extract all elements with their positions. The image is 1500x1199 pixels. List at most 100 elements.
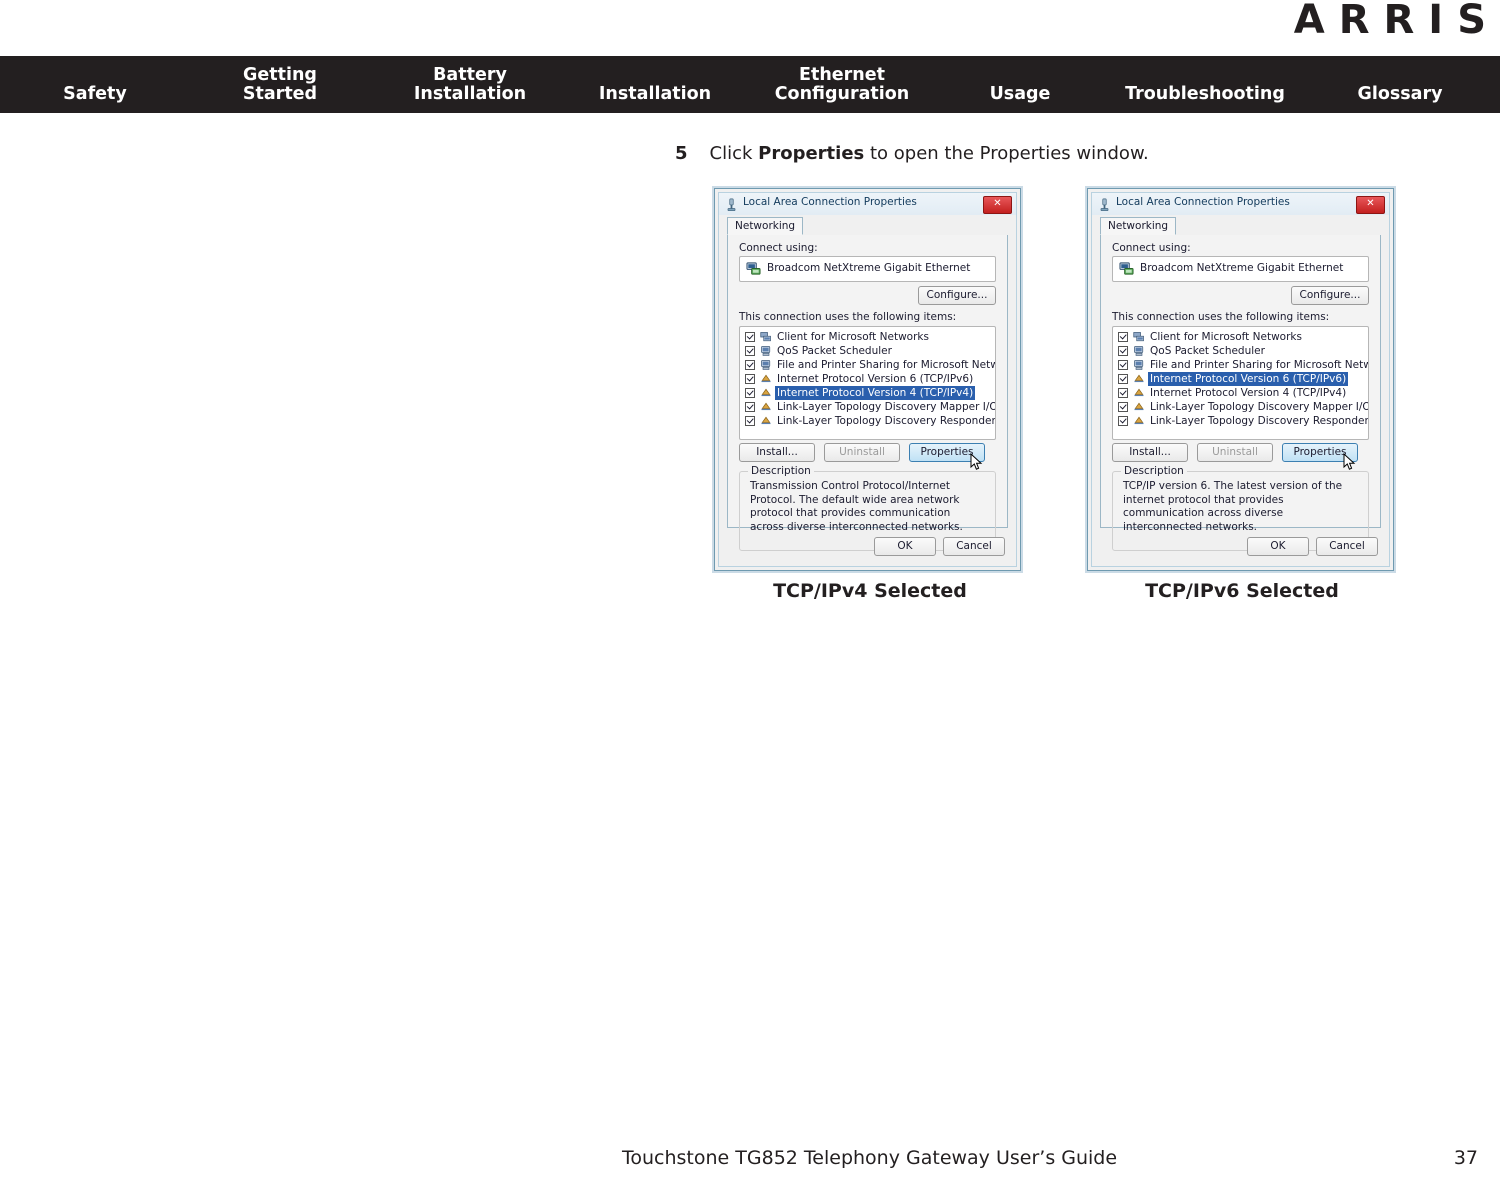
- local-area-connection-properties-dialog-ipv4: Local Area Connection Properties ✕ Network…: [714, 188, 1021, 571]
- network-item-checkbox[interactable]: [1118, 402, 1128, 412]
- network-item-label: QoS Packet Scheduler: [777, 345, 892, 357]
- service-icon: [1133, 345, 1145, 357]
- network-item-row[interactable]: Link-Layer Topology Discovery Mapper I/O…: [743, 400, 995, 414]
- footer-page-number: 37: [1453, 1147, 1478, 1169]
- dialog-titlebar[interactable]: Local Area Connection Properties ✕: [1092, 193, 1389, 215]
- network-item-label: Internet Protocol Version 4 (TCP/IPv4): [773, 385, 977, 401]
- main-navigation-bar: Safety Getting Started Battery Installatio…: [0, 56, 1500, 113]
- configure-button[interactable]: Configure...: [1291, 286, 1369, 305]
- network-item-label: Client for Microsoft Networks: [1150, 331, 1302, 343]
- network-item-row[interactable]: Link-Layer Topology Discovery Responder: [1116, 414, 1368, 428]
- network-item-checkbox[interactable]: [745, 416, 755, 426]
- adapter-name: Broadcom NetXtreme Gigabit Ethernet: [767, 262, 971, 274]
- network-item-checkbox[interactable]: [1118, 332, 1128, 342]
- header-logo-bar: ARRIS: [0, 0, 1500, 56]
- network-item-row[interactable]: Internet Protocol Version 4 (TCP/IPv4): [1116, 386, 1365, 400]
- network-item-checkbox[interactable]: [745, 360, 755, 370]
- network-item-row[interactable]: Internet Protocol Version 6 (TCP/IPv6): [1116, 371, 1365, 387]
- network-item-row[interactable]: Internet Protocol Version 4 (TCP/IPv4): [743, 385, 992, 401]
- nav-item-troubleshooting[interactable]: Troubleshooting: [1110, 85, 1300, 104]
- network-adapter-title-icon: [726, 197, 737, 212]
- client-icon: [760, 331, 772, 343]
- network-item-checkbox[interactable]: [745, 374, 755, 384]
- close-icon[interactable]: ✕: [1356, 196, 1385, 214]
- network-item-row[interactable]: QoS Packet Scheduler: [743, 344, 992, 358]
- service-icon: [760, 345, 772, 357]
- network-item-row[interactable]: Link-Layer Topology Discovery Responder: [743, 414, 995, 428]
- tab-networking[interactable]: Networking: [727, 217, 804, 235]
- uninstall-button: Uninstall: [1197, 443, 1273, 462]
- connect-using-label: Connect using:: [739, 242, 818, 254]
- adapter-field[interactable]: Broadcom NetXtreme Gigabit Ethernet: [1112, 256, 1369, 282]
- protocol-icon: [760, 387, 772, 399]
- items-list-label: This connection uses the following items…: [739, 311, 957, 323]
- footer-document-title: Touchstone TG852 Telephony Gateway User’…: [622, 1147, 1118, 1169]
- network-item-row[interactable]: Client for Microsoft Networks: [1116, 330, 1365, 344]
- ok-button[interactable]: OK: [1247, 537, 1309, 556]
- network-item-checkbox[interactable]: [1118, 374, 1128, 384]
- network-item-row[interactable]: Internet Protocol Version 6 (TCP/IPv6): [743, 372, 992, 386]
- cancel-button[interactable]: Cancel: [943, 537, 1005, 556]
- network-adapter-title-icon: [1099, 197, 1110, 212]
- nav-item-safety[interactable]: Safety: [30, 85, 160, 104]
- network-item-label: Link-Layer Topology Discovery Mapper I/O…: [777, 401, 995, 413]
- protocol-icon: [760, 415, 772, 427]
- network-item-row[interactable]: Link-Layer Topology Discovery Mapper I/O…: [1116, 400, 1368, 414]
- network-item-checkbox[interactable]: [745, 332, 755, 342]
- network-items-list[interactable]: Client for Microsoft Networks QoS Packet …: [1112, 326, 1369, 440]
- network-item-label: Internet Protocol Version 4 (TCP/IPv4): [1150, 387, 1347, 399]
- step-text-before: Click: [709, 143, 759, 164]
- network-items-list[interactable]: Client for Microsoft Networks QoS Packet …: [739, 326, 996, 440]
- nav-item-getting-started[interactable]: Getting Started: [215, 66, 345, 104]
- adapter-name: Broadcom NetXtreme Gigabit Ethernet: [1140, 262, 1344, 274]
- network-item-checkbox[interactable]: [1118, 346, 1128, 356]
- networking-tab-page: Connect using: Broadcom NetXtreme Gigabit…: [1100, 235, 1381, 551]
- network-item-row[interactable]: Client for Microsoft Networks: [743, 330, 992, 344]
- nav-item-battery-installation[interactable]: Battery Installation: [390, 66, 550, 104]
- dialog-titlebar[interactable]: Local Area Connection Properties ✕: [719, 193, 1016, 215]
- network-item-checkbox[interactable]: [745, 346, 755, 356]
- items-list-label: This connection uses the following items…: [1112, 311, 1330, 323]
- close-icon[interactable]: ✕: [983, 196, 1012, 214]
- network-item-checkbox[interactable]: [1118, 416, 1128, 426]
- properties-button[interactable]: Properties: [909, 443, 985, 462]
- network-item-checkbox[interactable]: [745, 388, 755, 398]
- install-button[interactable]: Install...: [1112, 443, 1188, 462]
- protocol-icon: [760, 373, 772, 385]
- description-label: Description: [748, 465, 814, 477]
- nav-item-installation[interactable]: Installation: [580, 85, 730, 104]
- dialog-frame: Local Area Connection Properties ✕ Network…: [1091, 192, 1390, 567]
- network-item-checkbox[interactable]: [1118, 360, 1128, 370]
- network-item-label: Link-Layer Topology Discovery Responder: [1150, 415, 1369, 427]
- network-item-checkbox[interactable]: [745, 402, 755, 412]
- configure-button[interactable]: Configure...: [918, 286, 996, 305]
- network-item-row[interactable]: QoS Packet Scheduler: [1116, 344, 1365, 358]
- step-number: 5: [675, 143, 688, 164]
- properties-button[interactable]: Properties: [1282, 443, 1358, 462]
- adapter-icon: [1119, 261, 1134, 276]
- ok-button[interactable]: OK: [874, 537, 936, 556]
- tab-networking[interactable]: Networking: [1100, 217, 1177, 235]
- install-button[interactable]: Install...: [739, 443, 815, 462]
- dialog-tabstrip: Networking: [727, 217, 1008, 236]
- networking-tab-page: Connect using: Broadcom NetXtreme Gigabit…: [727, 235, 1008, 551]
- nav-item-glossary[interactable]: Glossary: [1330, 85, 1470, 104]
- cancel-button[interactable]: Cancel: [1316, 537, 1378, 556]
- dialog-title: Local Area Connection Properties: [1116, 196, 1290, 208]
- protocol-icon: [1133, 401, 1145, 413]
- nav-item-usage[interactable]: Usage: [955, 85, 1085, 104]
- network-item-row[interactable]: File and Printer Sharing for Microsoft N…: [743, 358, 995, 372]
- network-item-row[interactable]: File and Printer Sharing for Microsoft N…: [1116, 358, 1368, 372]
- connect-using-label: Connect using:: [1112, 242, 1191, 254]
- adapter-field[interactable]: Broadcom NetXtreme Gigabit Ethernet: [739, 256, 996, 282]
- protocol-icon: [1133, 387, 1145, 399]
- dialog-frame: Local Area Connection Properties ✕ Network…: [718, 192, 1017, 567]
- network-item-label: Internet Protocol Version 6 (TCP/IPv6): [1146, 371, 1350, 387]
- service-icon: [760, 359, 772, 371]
- network-item-checkbox[interactable]: [1118, 388, 1128, 398]
- client-icon: [1133, 331, 1145, 343]
- step-text-bold: Properties: [758, 143, 865, 164]
- uninstall-button: Uninstall: [824, 443, 900, 462]
- nav-item-ethernet-configuration[interactable]: Ethernet Configuration: [762, 66, 922, 104]
- network-item-label: Internet Protocol Version 6 (TCP/IPv6): [777, 373, 974, 385]
